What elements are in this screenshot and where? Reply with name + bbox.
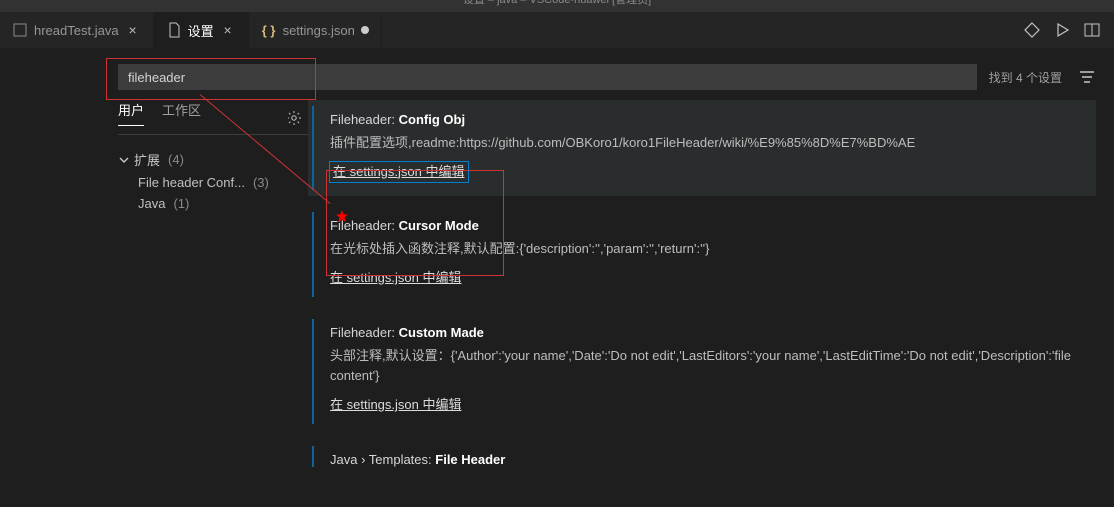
braces-icon: { }: [261, 22, 277, 38]
setting-description: 在光标处插入函数注释,默认配置:{'description':'','param…: [330, 239, 1080, 260]
tab-label: hreadTest.java: [34, 23, 119, 38]
editor-actions: [1010, 12, 1114, 48]
tree-count: (1): [173, 196, 189, 211]
modified-indicator: [312, 212, 314, 296]
window-title: 设置 – java – VSCode-huawei [管理员]: [463, 0, 651, 6]
setting-title: Fileheader: Custom Made: [330, 323, 1080, 344]
tab-settings-json[interactable]: { } settings.json: [249, 12, 382, 48]
settings-search-row: 找到 4 个设置: [0, 48, 1114, 100]
tree-item-java[interactable]: Java (1): [118, 193, 288, 214]
setting-prefix: Fileheader:: [330, 325, 399, 340]
tree-label: 扩展: [134, 150, 160, 169]
settings-tree: 扩展 (4) File header Conf... (3) Java (1): [118, 147, 288, 214]
scope-tab-workspace[interactable]: 工作区: [162, 100, 201, 126]
tab-label: settings.json: [283, 23, 355, 38]
edit-in-settings-json-link[interactable]: 在 settings.json 中编辑: [330, 268, 462, 289]
open-settings-json-icon[interactable]: [1024, 22, 1040, 38]
split-editor-icon[interactable]: [1084, 22, 1100, 38]
modified-indicator: [312, 106, 314, 190]
tree-label: File header Conf...: [138, 175, 245, 190]
modified-indicator: [312, 319, 314, 424]
setting-description: 插件配置选项,readme:https://github.com/OBKoro1…: [330, 133, 1080, 154]
file-icon: [166, 22, 182, 38]
tree-count: (4): [168, 152, 184, 167]
gear-icon[interactable]: [288, 110, 302, 126]
tree-label: Java: [138, 196, 165, 211]
edit-in-settings-json-link[interactable]: 在 settings.json 中编辑: [330, 162, 468, 183]
tree-item-extensions[interactable]: 扩展 (4): [118, 147, 288, 172]
setting-name: Cursor Mode: [399, 218, 479, 233]
setting-name: File Header: [435, 452, 505, 467]
window-titlebar: 设置 – java – VSCode-huawei [管理员]: [0, 0, 1114, 12]
run-icon[interactable]: [1054, 22, 1070, 38]
tab-settings[interactable]: 设置 ×: [154, 12, 249, 48]
setting-name: Custom Made: [399, 325, 484, 340]
setting-prefix: Fileheader:: [330, 218, 399, 233]
edit-in-settings-json-link[interactable]: 在 settings.json 中编辑: [330, 395, 462, 416]
tree-count: (3): [253, 175, 269, 190]
close-icon[interactable]: ×: [125, 22, 141, 38]
tab-threadtest[interactable]: hreadTest.java ×: [0, 12, 154, 48]
setting-description: 头部注释,默认设置：{'Author':'your name','Date':'…: [330, 346, 1080, 388]
setting-title: Fileheader: Config Obj: [330, 110, 1080, 131]
settings-search-input[interactable]: [118, 64, 977, 90]
modified-indicator: [312, 446, 314, 467]
java-file-icon: [12, 22, 28, 38]
settings-scope-tabs: 用户 工作区: [118, 100, 288, 134]
scope-tab-user[interactable]: 用户: [118, 100, 144, 126]
setting-java-templates-fileheader[interactable]: Java › Templates: File Header: [308, 440, 1096, 473]
tab-label: 设置: [188, 21, 214, 40]
chevron-down-icon: [118, 154, 130, 166]
setting-prefix: Java › Templates:: [330, 452, 435, 467]
tree-item-fileheader[interactable]: File header Conf... (3): [118, 172, 288, 193]
editor-tabbar: hreadTest.java × 设置 × { } settings.json: [0, 12, 1114, 48]
search-result-count: 找到 4 个设置: [989, 69, 1066, 86]
close-icon[interactable]: ×: [220, 22, 236, 38]
settings-list: Fileheader: Config Obj 插件配置选项,readme:htt…: [288, 100, 1096, 507]
setting-fileheader-custommade[interactable]: Fileheader: Custom Made 头部注释,默认设置：{'Auth…: [308, 313, 1096, 430]
modified-dot-icon: [361, 26, 369, 34]
setting-fileheader-cursormode[interactable]: Fileheader: Cursor Mode 在光标处插入函数注释,默认配置:…: [308, 206, 1096, 302]
setting-fileheader-configobj[interactable]: Fileheader: Config Obj 插件配置选项,readme:htt…: [308, 100, 1096, 196]
filter-icon[interactable]: [1078, 68, 1096, 86]
setting-prefix: Fileheader:: [330, 112, 399, 127]
setting-name: Config Obj: [399, 112, 465, 127]
setting-title: Fileheader: Cursor Mode: [330, 216, 1080, 237]
setting-title: Java › Templates: File Header: [330, 450, 1080, 471]
